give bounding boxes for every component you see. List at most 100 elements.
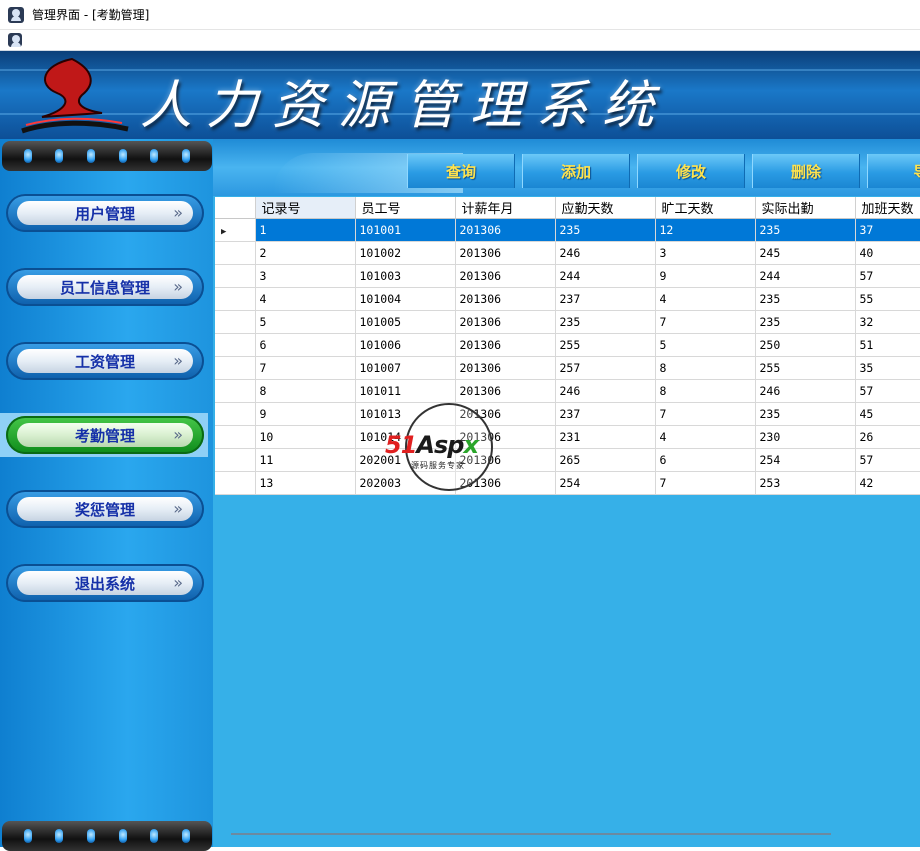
table-cell[interactable]: 8: [255, 379, 356, 403]
row-header[interactable]: ▶: [215, 218, 256, 242]
edit-button[interactable]: 修改: [637, 154, 745, 188]
table-cell[interactable]: 2: [255, 241, 356, 265]
table-row[interactable]: ▶ 1 101001 201306 235 12 235 37: [215, 218, 920, 242]
table-cell[interactable]: 101004: [355, 287, 456, 311]
row-header[interactable]: [215, 379, 256, 403]
table-cell[interactable]: 7: [655, 402, 756, 426]
row-header[interactable]: [215, 402, 256, 426]
table-cell[interactable]: 40: [855, 241, 920, 265]
table-cell[interactable]: 237: [555, 402, 656, 426]
table-cell[interactable]: 201306: [455, 333, 556, 357]
table-cell[interactable]: 57: [855, 264, 920, 288]
table-cell[interactable]: 254: [555, 471, 656, 495]
table-cell[interactable]: 9: [255, 402, 356, 426]
sidebar-item-rewards-penalties[interactable]: 奖惩管理»: [6, 490, 204, 528]
table-cell[interactable]: 51: [855, 333, 920, 357]
table-cell[interactable]: 201306: [455, 264, 556, 288]
table-cell[interactable]: 4: [655, 287, 756, 311]
table-cell[interactable]: 250: [755, 333, 856, 357]
table-row[interactable]: 11 202001 201306 265 6 254 57: [215, 448, 920, 472]
column-header[interactable]: 计薪年月: [455, 197, 556, 219]
row-header[interactable]: [215, 471, 256, 495]
column-header[interactable]: 加班天数: [855, 197, 920, 219]
table-cell[interactable]: 10: [255, 425, 356, 449]
table-row[interactable]: 5 101005 201306 235 7 235 32: [215, 310, 920, 334]
row-header[interactable]: [215, 356, 256, 380]
table-cell[interactable]: 201306: [455, 310, 556, 334]
table-cell[interactable]: 244: [555, 264, 656, 288]
table-cell[interactable]: 202003: [355, 471, 456, 495]
sidebar-item-employee-info[interactable]: 员工信息管理»: [6, 268, 204, 306]
table-cell[interactable]: 57: [855, 448, 920, 472]
table-cell[interactable]: 246: [555, 241, 656, 265]
table-cell[interactable]: 231: [555, 425, 656, 449]
table-cell[interactable]: 201306: [455, 448, 556, 472]
table-cell[interactable]: 1: [255, 218, 356, 242]
table-cell[interactable]: 235: [555, 310, 656, 334]
table-cell[interactable]: 11: [255, 448, 356, 472]
attendance-grid[interactable]: 记录号 员工号 计薪年月 应勤天数 旷工天数 实际出勤 加班天数 ▶ 1 10100…: [215, 197, 920, 495]
table-cell[interactable]: 265: [555, 448, 656, 472]
delete-button[interactable]: 删除: [752, 154, 860, 188]
table-row[interactable]: 13 202003 201306 254 7 253 42: [215, 471, 920, 495]
table-cell[interactable]: 257: [555, 356, 656, 380]
table-row[interactable]: 7 101007 201306 257 8 255 35: [215, 356, 920, 380]
table-cell[interactable]: 246: [555, 379, 656, 403]
child-window-icon[interactable]: [8, 33, 22, 47]
row-header[interactable]: [215, 241, 256, 265]
row-header[interactable]: [215, 264, 256, 288]
table-cell[interactable]: 201306: [455, 402, 556, 426]
table-cell[interactable]: 201306: [455, 471, 556, 495]
table-cell[interactable]: 6: [255, 333, 356, 357]
table-cell[interactable]: 235: [755, 218, 856, 242]
table-cell[interactable]: 101007: [355, 356, 456, 380]
table-cell[interactable]: 101014: [355, 425, 456, 449]
table-cell[interactable]: 101001: [355, 218, 456, 242]
table-cell[interactable]: 235: [755, 402, 856, 426]
column-header[interactable]: 应勤天数: [555, 197, 656, 219]
sidebar-item-exit[interactable]: 退出系统»: [6, 564, 204, 602]
table-cell[interactable]: 253: [755, 471, 856, 495]
table-row[interactable]: 9 101013 201306 237 7 235 45: [215, 402, 920, 426]
column-header[interactable]: 员工号: [355, 197, 456, 219]
table-cell[interactable]: 101005: [355, 310, 456, 334]
table-cell[interactable]: 4: [255, 287, 356, 311]
sidebar-item-attendance[interactable]: 考勤管理»: [6, 416, 204, 454]
row-header[interactable]: [215, 333, 256, 357]
column-header[interactable]: 记录号: [255, 197, 356, 219]
export-button[interactable]: 导: [867, 154, 920, 188]
table-cell[interactable]: 8: [655, 379, 756, 403]
column-header[interactable]: 实际出勤: [755, 197, 856, 219]
row-header[interactable]: [215, 425, 256, 449]
table-cell[interactable]: 246: [755, 379, 856, 403]
table-cell[interactable]: 35: [855, 356, 920, 380]
row-header[interactable]: [215, 448, 256, 472]
table-cell[interactable]: 244: [755, 264, 856, 288]
sidebar-item-user-management[interactable]: 用户管理»: [6, 194, 204, 232]
table-row[interactable]: 2 101002 201306 246 3 245 40: [215, 241, 920, 265]
column-header[interactable]: 旷工天数: [655, 197, 756, 219]
table-row[interactable]: 10 101014 201306 231 4 230 26: [215, 425, 920, 449]
table-cell[interactable]: 3: [655, 241, 756, 265]
table-cell[interactable]: 55: [855, 287, 920, 311]
table-cell[interactable]: 201306: [455, 379, 556, 403]
horizontal-scrollbar[interactable]: [215, 826, 920, 842]
table-cell[interactable]: 255: [755, 356, 856, 380]
table-cell[interactable]: 255: [555, 333, 656, 357]
table-cell[interactable]: 5: [255, 310, 356, 334]
table-cell[interactable]: 5: [655, 333, 756, 357]
table-cell[interactable]: 7: [255, 356, 356, 380]
table-cell[interactable]: 9: [655, 264, 756, 288]
table-row[interactable]: 3 101003 201306 244 9 244 57: [215, 264, 920, 288]
table-cell[interactable]: 101011: [355, 379, 456, 403]
table-cell[interactable]: 7: [655, 310, 756, 334]
table-cell[interactable]: 37: [855, 218, 920, 242]
table-cell[interactable]: 201306: [455, 425, 556, 449]
table-cell[interactable]: 245: [755, 241, 856, 265]
table-cell[interactable]: 57: [855, 379, 920, 403]
table-cell[interactable]: 235: [555, 218, 656, 242]
table-cell[interactable]: 230: [755, 425, 856, 449]
table-cell[interactable]: 8: [655, 356, 756, 380]
table-cell[interactable]: 26: [855, 425, 920, 449]
table-cell[interactable]: 202001: [355, 448, 456, 472]
